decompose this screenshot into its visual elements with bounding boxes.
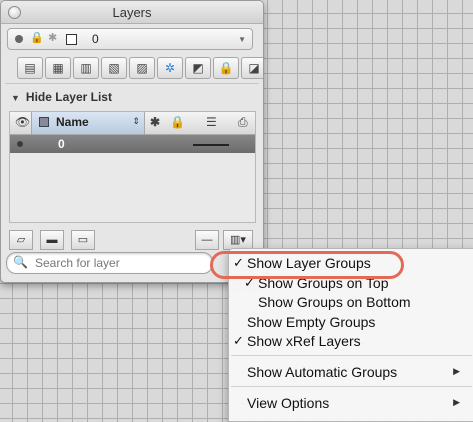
menu-item-view-options[interactable]: View Options ▶	[229, 394, 473, 413]
lock-icon[interactable]: 🔒	[213, 57, 239, 79]
unisolate-icon[interactable]: ◪	[241, 57, 263, 79]
table-row[interactable]: 0	[10, 135, 255, 153]
freeze-column-icon[interactable]: ✱	[150, 115, 160, 129]
menu-item-label: Show Groups on Bottom	[258, 294, 411, 310]
menu-item-label: Show Automatic Groups	[247, 364, 398, 380]
search-icon: 🔍	[13, 255, 28, 269]
set-current-icon[interactable]: ▥	[73, 57, 99, 79]
layer-name: 0	[58, 137, 65, 151]
color-swatch	[66, 34, 77, 45]
delete-button[interactable]: —	[195, 230, 219, 250]
menu-item-label: View Options	[247, 395, 330, 411]
current-layer-dropdown[interactable]: 🔒 ✱ 0 ▼	[7, 28, 253, 50]
sort-icon: ⇕	[132, 116, 140, 126]
color-column-icon	[39, 117, 49, 127]
title-bar[interactable]: Layers	[1, 1, 263, 24]
menu-separator	[231, 386, 472, 387]
layer-on-icon[interactable]	[17, 141, 23, 147]
search-input[interactable]	[35, 255, 205, 270]
new-layer-button[interactable]: ▱	[9, 230, 33, 250]
linetype-column-icon[interactable]: ☰	[206, 115, 217, 129]
lock-icon: 🔒	[30, 32, 44, 44]
layer-toolbar: ▤ ▦ ▥ ▧ ▨ ✲ ◩ 🔒 ◪	[17, 57, 263, 79]
table-header: 👁 Name ⇕ ✱ 🔒 ☰ ⎙	[10, 112, 255, 135]
search-field[interactable]: 🔍	[6, 252, 213, 274]
layer-table: 👁 Name ⇕ ✱ 🔒 ☰ ⎙ 0	[9, 111, 256, 223]
menu-item-show-empty-groups[interactable]: Show Empty Groups	[229, 313, 473, 332]
menu-item-show-xref-layers[interactable]: ✓ Show xRef Layers	[229, 332, 473, 351]
lock-column-icon[interactable]: 🔒	[170, 115, 185, 129]
hide-layer-list-toggle[interactable]: ▼ Hide Layer List	[11, 90, 112, 104]
disclosure-triangle-icon: ▼	[11, 93, 20, 103]
window-title: Layers	[112, 5, 152, 20]
new-layer-icon[interactable]: ▤	[17, 57, 43, 79]
submenu-arrow-icon: ▶	[453, 366, 460, 376]
lineweight-preview	[193, 144, 229, 146]
layer-on-icon	[15, 35, 23, 43]
freeze-icon[interactable]: ✲	[157, 57, 183, 79]
layers-palette: Layers 🔒 ✱ 0 ▼ ▤ ▦ ▥ ▧ ▨ ✲ ◩ 🔒 ◪ ▼ Hide L…	[0, 0, 264, 283]
checkmark-icon: ✓	[233, 333, 244, 348]
layer-properties-icon[interactable]: ▦	[45, 57, 71, 79]
highlight-annotation	[210, 251, 404, 279]
bottom-toolbar: ▱ ▬ ▭ — ▥▾	[9, 230, 254, 250]
menu-item-show-groups-on-bottom[interactable]: Show Groups on Bottom	[229, 293, 473, 312]
view-options-button[interactable]: ▥▾	[223, 230, 253, 250]
dropdown-arrow-icon: ▼	[238, 35, 246, 44]
plot-column-icon[interactable]: ⎙	[238, 115, 248, 130]
menu-item-label: Show Empty Groups	[247, 314, 376, 330]
menu-item-label: Show xRef Layers	[247, 333, 361, 349]
freeze-icon: ✱	[48, 32, 58, 44]
match-layer-icon[interactable]: ▨	[129, 57, 155, 79]
layer-state-icon[interactable]: ▧	[101, 57, 127, 79]
divider	[5, 83, 259, 84]
submenu-arrow-icon: ▶	[453, 397, 460, 407]
hide-layer-list-label: Hide Layer List	[25, 90, 112, 104]
menu-separator	[231, 355, 472, 356]
name-column-header[interactable]: Name ⇕	[31, 112, 145, 134]
menu-item-show-automatic-groups[interactable]: Show Automatic Groups ▶	[229, 363, 473, 382]
visibility-column-icon[interactable]: 👁	[15, 115, 30, 129]
current-layer-name: 0	[92, 32, 99, 46]
new-filter-group-button[interactable]: ▭	[71, 230, 95, 250]
isolate-icon[interactable]: ◩	[185, 57, 211, 79]
name-column-label: Name	[56, 115, 89, 129]
new-group-button[interactable]: ▬	[40, 230, 64, 250]
